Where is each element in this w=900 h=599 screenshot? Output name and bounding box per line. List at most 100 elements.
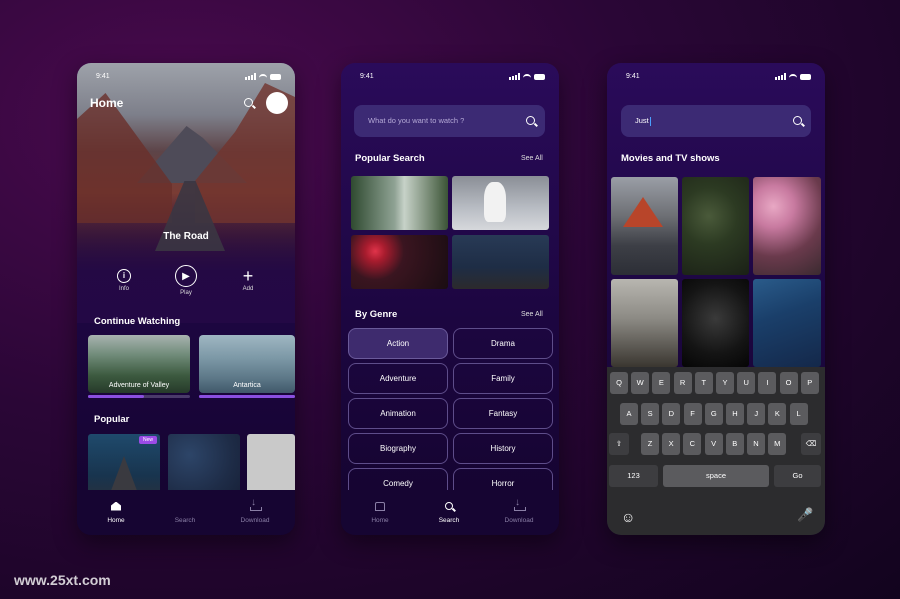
tab-download[interactable]: Download (230, 497, 280, 524)
status-bar: 9:41 (607, 71, 825, 85)
tab-bar: Home Search Download (77, 490, 295, 535)
tab-home[interactable]: Home (91, 500, 141, 524)
space-key[interactable]: space (663, 465, 769, 487)
shift-key[interactable]: ⇧ (609, 433, 629, 455)
popular-search-item[interactable] (452, 235, 549, 289)
battery-icon (800, 73, 811, 80)
tab-bar: Home Search Download (341, 490, 559, 535)
key-f[interactable]: F (683, 403, 702, 425)
featured-title: The Road (163, 231, 209, 242)
key-i[interactable]: I (758, 372, 777, 394)
genre-drama[interactable]: Drama (453, 328, 553, 359)
popular-search-item[interactable] (452, 176, 549, 230)
tab-download[interactable]: Download (494, 497, 544, 524)
status-time: 9:41 (626, 73, 640, 80)
result-item[interactable] (753, 177, 821, 275)
tab-home[interactable]: Home (355, 500, 405, 524)
by-genre-see-all[interactable]: See All (521, 311, 543, 318)
download-icon (250, 497, 262, 511)
result-item[interactable] (753, 279, 821, 367)
key-a[interactable]: A (620, 403, 638, 425)
avatar[interactable] (266, 92, 288, 114)
numbers-key[interactable]: 123 (609, 465, 658, 487)
key-j[interactable]: J (747, 403, 766, 425)
tab-download-label: Download (504, 517, 534, 524)
tab-search-label: Search (438, 517, 460, 524)
status-bar: 9:41 (77, 71, 295, 85)
key-c[interactable]: C (683, 433, 702, 455)
search-icon[interactable] (526, 116, 535, 125)
key-h[interactable]: H (726, 403, 744, 425)
key-k[interactable]: K (768, 403, 787, 425)
key-w[interactable]: W (631, 372, 650, 394)
continue-card-adventure-of-valley[interactable]: Adventure of Valley (88, 335, 190, 393)
search-icon[interactable] (244, 98, 253, 107)
result-item[interactable] (611, 279, 678, 367)
by-genre-title: By Genre (355, 309, 398, 320)
key-u[interactable]: U (737, 372, 756, 394)
genre-family[interactable]: Family (453, 363, 553, 394)
key-l[interactable]: L (789, 403, 808, 425)
popular-search-title: Popular Search (355, 153, 425, 164)
key-b[interactable]: B (725, 433, 744, 455)
key-v[interactable]: V (704, 433, 723, 455)
search-results-screen: 9:41 Just Movies and TV shows QWERTYUIOP… (607, 63, 825, 535)
go-key[interactable]: Go (774, 465, 821, 487)
key-e[interactable]: E (652, 372, 671, 394)
genre-biography[interactable]: Biography (348, 433, 448, 464)
search-input[interactable]: What do you want to watch ? (354, 105, 545, 137)
key-z[interactable]: Z (641, 433, 659, 455)
status-bar: 9:41 (341, 71, 559, 85)
key-x[interactable]: X (662, 433, 681, 455)
genre-action[interactable]: Action (348, 328, 448, 359)
search-icon[interactable] (793, 116, 802, 125)
key-s[interactable]: S (641, 403, 660, 425)
popular-search-see-all[interactable]: See All (521, 155, 543, 162)
play-button[interactable]: ▶ Play (166, 265, 206, 296)
add-button[interactable]: + Add (228, 266, 268, 292)
key-o[interactable]: O (779, 372, 798, 394)
genre-animation[interactable]: Animation (348, 398, 448, 429)
tab-search[interactable]: Search (160, 500, 210, 524)
genre-history[interactable]: History (453, 433, 553, 464)
genre-adventure[interactable]: Adventure (348, 363, 448, 394)
signal-icon (775, 73, 786, 80)
key-n[interactable]: N (747, 433, 765, 455)
popular-search-item[interactable] (351, 235, 448, 289)
signal-icon (509, 73, 520, 80)
wifi-icon (523, 73, 531, 80)
genre-fantasy[interactable]: Fantasy (453, 398, 553, 429)
key-p[interactable]: P (800, 372, 819, 394)
backspace-icon: ⌫ (805, 439, 817, 448)
shift-icon: ⇧ (615, 439, 623, 448)
popular-search-item[interactable] (351, 176, 448, 230)
page-title: Home (90, 96, 124, 110)
key-t[interactable]: T (694, 372, 713, 394)
tab-search[interactable]: Search (424, 500, 474, 524)
key-g[interactable]: G (704, 403, 723, 425)
plus-icon: + (242, 266, 254, 286)
microphone-icon[interactable]: 🎤 (797, 507, 813, 523)
search-placeholder: What do you want to watch ? (368, 116, 465, 125)
search-input[interactable]: Just (621, 105, 811, 137)
key-q[interactable]: Q (610, 372, 628, 394)
key-m[interactable]: M (768, 433, 787, 455)
status-time: 9:41 (96, 73, 110, 80)
status-time: 9:41 (360, 73, 374, 80)
key-y[interactable]: Y (716, 372, 734, 394)
key-d[interactable]: D (662, 403, 681, 425)
popular-title: Popular (94, 414, 130, 425)
backspace-key[interactable]: ⌫ (801, 433, 821, 455)
download-icon (514, 497, 526, 511)
watermark: www.25xt.com (14, 572, 111, 588)
info-button[interactable]: i Info (104, 269, 144, 292)
continue-card-antartica[interactable]: Antartica (199, 335, 295, 393)
result-item[interactable] (682, 279, 749, 367)
tab-download-label: Download (240, 517, 270, 524)
result-item[interactable] (611, 177, 678, 275)
emoji-icon[interactable]: ☺ (621, 509, 635, 525)
tab-search-label: Search (174, 517, 196, 524)
key-r[interactable]: R (673, 372, 692, 394)
result-item[interactable] (682, 177, 749, 275)
home-screen: 9:41 Home The Road i Info ▶ Play + Add C… (77, 63, 295, 535)
